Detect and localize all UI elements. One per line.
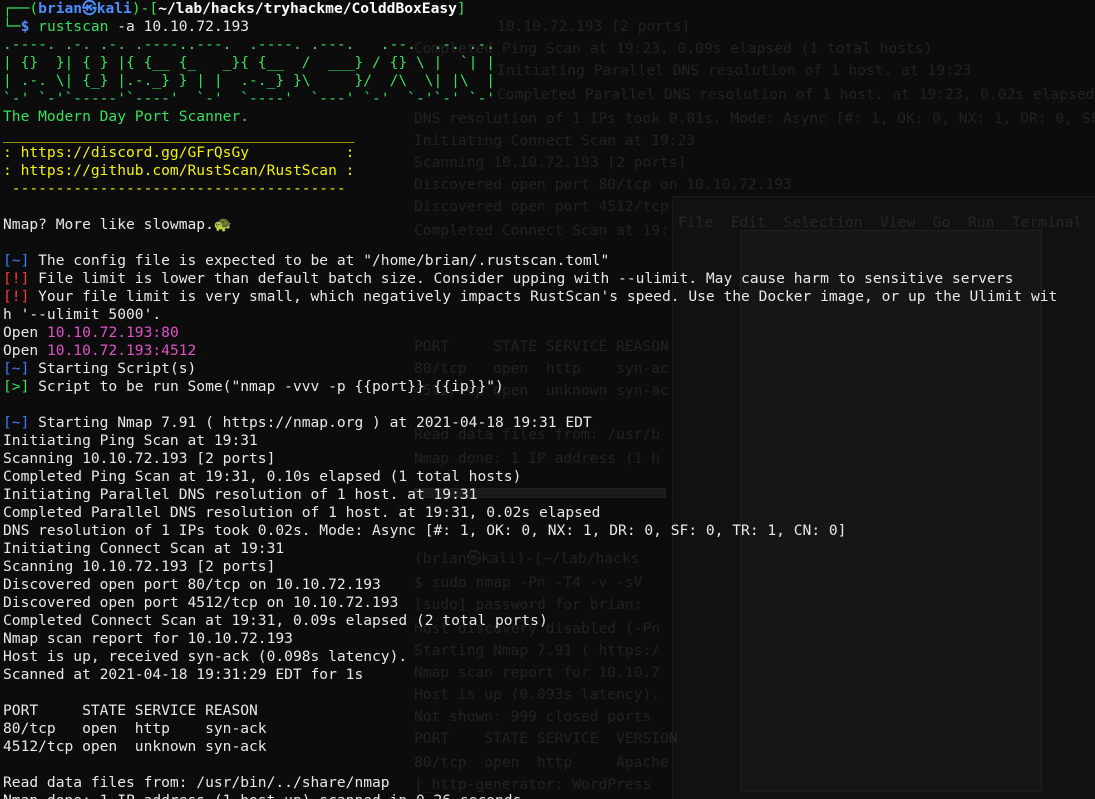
script-to-run: [>] Script to be run Some("nmap -vvv -p …: [3, 378, 1095, 396]
command-name: rustscan: [38, 18, 109, 35]
discord-link[interactable]: : https://discord.gg/GFrQsGy :: [3, 144, 1095, 162]
tagline: The Modern Day Port Scanner.: [3, 108, 250, 125]
starting-scripts: [~] Starting Script(s): [3, 360, 1095, 378]
prompt-corner: └─: [3, 18, 21, 35]
open-address: 10.10.72.193:80: [46, 324, 179, 341]
nmap-output-line: Nmap scan report for 10.10.72.193: [3, 630, 293, 647]
nmap-output-line: Host is up, received syn-ack (0.098s lat…: [3, 648, 408, 665]
message-text: Starting Nmap 7.91 ( https://nmap.org ) …: [29, 414, 592, 431]
prompt-at-symbol: ㉿: [82, 0, 97, 17]
file-limit-warning: [!] File limit is lower than default bat…: [3, 270, 1095, 288]
prompt-path: ~/lab/hacks/tryhackme/ColddBoxEasy: [158, 0, 457, 17]
nmap-output-line: Discovered open port 4512/tcp on 10.10.7…: [3, 594, 399, 611]
nmap-output-line: Read data files from: /usr/bin/../share/…: [3, 774, 390, 791]
warning-tag: [!]: [3, 270, 30, 287]
terminal-output: ┌──(brian㉿kali)-[~/lab/hacks/tryhackme/C…: [3, 0, 1095, 799]
box-top: ________________________________________: [3, 126, 355, 143]
message-text: The config file is expected to be at "/h…: [29, 252, 610, 269]
nmap-output-line: Scanned at 2021-04-18 19:31:29 EDT for 1…: [3, 666, 364, 683]
message-text: File limit is lower than default batch s…: [29, 270, 1014, 287]
message-text: Your file limit is very small, which neg…: [29, 288, 1058, 305]
prompt-separator: )-[: [131, 0, 159, 17]
banner-line-2: | {} }| { } |{ {__ {_ _}{ {__ / ___} / {…: [3, 54, 496, 71]
prompt-dollar: $: [20, 18, 39, 35]
info-tag: [~]: [3, 360, 30, 377]
nmap-output-line: PORT STATE SERVICE REASON: [3, 702, 258, 719]
open-port-80: Open 10.10.72.193:80: [3, 324, 1095, 342]
open-port-4512: Open 10.10.72.193:4512: [3, 342, 1095, 360]
banner-line-4: `-' `-'`-----'`----' `-' `----' `---' `-…: [3, 90, 496, 107]
prompt-suffix: ]: [456, 0, 466, 17]
nmap-output-line: Scanning 10.10.72.193 [2 ports]: [3, 558, 276, 575]
ulimit-warning: [!] Your file limit is very small, which…: [3, 288, 1095, 306]
nmap-output-line: Discovered open port 80/tcp on 10.10.72.…: [3, 576, 381, 593]
info-tag: [~]: [3, 252, 30, 269]
github-link[interactable]: : https://github.com/RustScan/RustScan :: [3, 162, 1095, 180]
open-address: 10.10.72.193:4512: [46, 342, 197, 359]
nmap-output-line: Nmap done: 1 IP address (1 host up) scan…: [3, 792, 1095, 799]
open-label: Open: [3, 324, 47, 341]
config-message: [~] The config file is expected to be at…: [3, 252, 1095, 270]
terminal-window[interactable]: 10.10.72.193 [2 ports] Completed Ping Sca…: [0, 0, 1095, 799]
prompt-line-top: ┌──(brian㉿kali)-[~/lab/hacks/tryhackme/C…: [3, 0, 1095, 18]
quip-line: Nmap? More like slowmap.🐢: [3, 216, 233, 233]
prompt-user: brian: [38, 0, 83, 17]
starting-nmap: [~] Starting Nmap 7.91 ( https://nmap.or…: [3, 414, 1095, 432]
prompt-prefix: ┌──(: [3, 0, 39, 17]
nmap-output-line: 80/tcp open http syn-ack: [3, 720, 267, 737]
message-text: Script to be run Some("nmap -vvv -p {{po…: [29, 378, 504, 395]
command-args: -a 10.10.72.193: [108, 18, 250, 35]
nmap-output-line: Completed Parallel DNS resolution of 1 h…: [3, 504, 601, 521]
nmap-output-line: Initiating Parallel DNS resolution of 1 …: [3, 486, 478, 503]
prompt-host: kali: [96, 0, 132, 17]
banner-line-1: .----. .-. .-. .----..---. .----. .---. …: [3, 36, 496, 53]
ulimit-warning-wrap: h '--ulimit 5000'.: [3, 306, 162, 323]
nmap-output-line: Completed Connect Scan at 19:31, 0.09s e…: [3, 612, 548, 629]
prompt-line-command[interactable]: └─$ rustscan -a 10.10.72.193: [3, 18, 1095, 36]
banner-line-3: | .-. \| {_} |.-._} } | | .-._} }\ }/ /\…: [3, 72, 496, 89]
nmap-output-line: DNS resolution of 1 IPs took 0.02s. Mode…: [3, 522, 847, 539]
box-bottom: --------------------------------------: [3, 180, 346, 197]
info-tag: [~]: [3, 414, 30, 431]
nmap-output-line: 4512/tcp open unknown syn-ack: [3, 738, 267, 755]
nmap-output-line: Initiating Connect Scan at 19:31: [3, 540, 285, 557]
nmap-output: Initiating Ping Scan at 19:31 Scanning 10…: [3, 432, 1095, 799]
nmap-output-line: Completed Ping Scan at 19:31, 0.10s elap…: [3, 468, 522, 485]
nmap-output-line: Scanning 10.10.72.193 [2 ports]: [3, 450, 276, 467]
nmap-output-line: Initiating Ping Scan at 19:31: [3, 432, 258, 449]
message-text: Starting Script(s): [29, 360, 197, 377]
run-tag: [>]: [3, 378, 30, 395]
open-label: Open: [3, 342, 47, 359]
warning-tag: [!]: [3, 288, 30, 305]
